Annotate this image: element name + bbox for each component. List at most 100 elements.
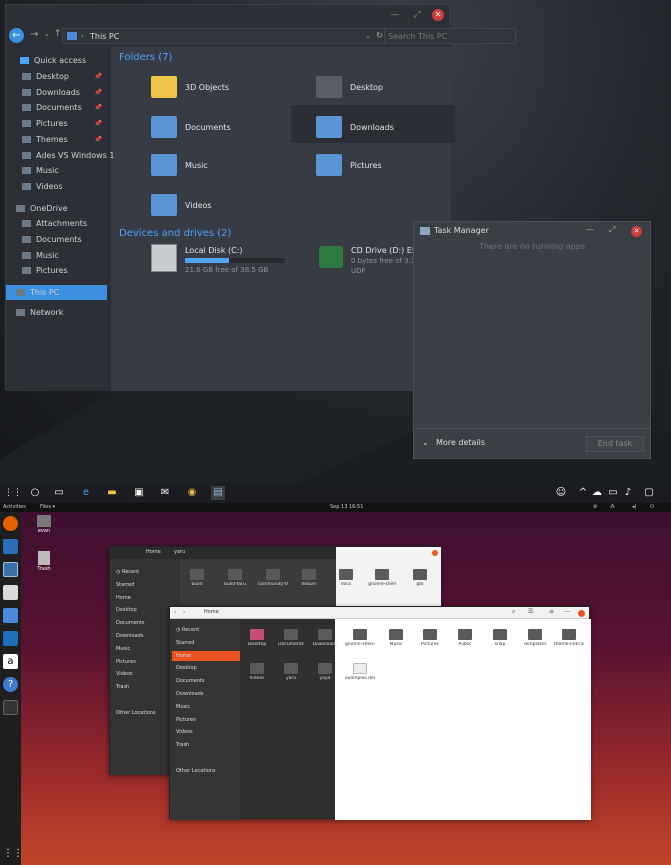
sidebar-item-pictures[interactable]: Pictures	[116, 659, 136, 665]
thunderbird-icon[interactable]	[3, 539, 18, 554]
file-label[interactable]: Public	[450, 642, 480, 647]
file-label[interactable]: snap	[485, 642, 515, 647]
file-label[interactable]: Templates	[520, 642, 550, 647]
folder-icon[interactable]	[250, 663, 264, 674]
drives-header[interactable]: Devices and drives (2)	[119, 228, 231, 239]
drive-label[interactable]: Local Disk (C:)	[185, 246, 243, 255]
terminal-icon[interactable]	[3, 700, 18, 715]
sidebar-item-desktop[interactable]: Desktop	[116, 607, 137, 613]
3d-objects-icon[interactable]	[151, 76, 177, 98]
view-toggle-icon[interactable]: ☰	[528, 608, 533, 615]
close-button[interactable]: ✕	[432, 9, 444, 21]
history-dropdown-icon[interactable]: ⌄	[44, 30, 50, 38]
sidebar-item-other-locations[interactable]: Other Locations	[176, 768, 216, 774]
sidebar-item-quick-access[interactable]: Quick access	[20, 54, 106, 68]
videos-folder-icon[interactable]	[151, 194, 177, 216]
file-label[interactable]: Downloads	[310, 642, 340, 647]
close-button[interactable]	[432, 550, 438, 556]
folder-icon[interactable]	[318, 663, 332, 674]
sidebar-item-videos[interactable]: Videos	[116, 671, 133, 677]
back-button[interactable]: ‹	[174, 609, 176, 616]
maximize-button[interactable]: ⤢	[609, 225, 615, 235]
folder-label[interactable]: Videos	[185, 201, 212, 210]
folder-icon[interactable]	[228, 569, 242, 580]
people-icon[interactable]: ☺	[554, 486, 568, 500]
help-icon[interactable]: ?	[3, 677, 18, 692]
file-label[interactable]: gnome-shell	[367, 582, 397, 587]
sidebar-item-documents[interactable]: Documents	[116, 620, 145, 626]
sidebar-item-home[interactable]: Home	[116, 595, 131, 601]
folder-icon[interactable]	[528, 629, 542, 640]
sidebar-item-desktop[interactable]: Desktop 📌	[22, 70, 106, 84]
power-icon[interactable]: ⏻	[650, 503, 654, 512]
network-icon[interactable]: ⁂	[610, 503, 615, 512]
files-icon[interactable]	[3, 562, 18, 577]
file-explorer-icon[interactable]: ▬	[105, 486, 119, 500]
folder-icon[interactable]	[375, 569, 389, 580]
folder-icon[interactable]	[493, 629, 507, 640]
volume-icon[interactable]: ♪	[621, 486, 635, 500]
file-label[interactable]: theme-indicator	[554, 642, 584, 647]
forward-button[interactable]: →	[30, 29, 38, 40]
volume-icon[interactable]: ◂)	[632, 503, 636, 512]
sidebar-item-downloads[interactable]: Downloads	[116, 633, 143, 639]
sidebar-item-music[interactable]: Music	[22, 249, 106, 263]
search-icon[interactable]: ⌕	[512, 608, 515, 616]
desktop-folder-icon[interactable]	[316, 76, 342, 98]
store-icon[interactable]: ▣	[132, 486, 146, 500]
up-button[interactable]: ↑	[54, 29, 62, 39]
file-label[interactable]: Music	[381, 642, 411, 647]
folder-icon[interactable]	[458, 629, 472, 640]
file-label[interactable]: Documents	[276, 642, 306, 647]
music-folder-icon[interactable]	[151, 154, 177, 176]
sidebar-item-documents[interactable]: Documents	[176, 678, 205, 684]
settings-icon[interactable]: ⚙	[593, 503, 597, 512]
sidebar-item-this-pc[interactable]: This PC	[16, 286, 106, 300]
menu-icon[interactable]: ≡	[549, 608, 554, 615]
breadcrumb[interactable]: Home	[146, 549, 161, 555]
libreoffice-icon[interactable]	[3, 585, 18, 600]
firefox-icon[interactable]	[3, 516, 18, 531]
folder-icon[interactable]	[562, 629, 576, 640]
folder-icon[interactable]	[250, 629, 264, 640]
file-label[interactable]: debian	[294, 582, 324, 587]
forward-button[interactable]: ›	[183, 609, 185, 616]
file-label[interactable]: yaru	[276, 676, 306, 681]
search-icon[interactable]: ○	[28, 486, 42, 500]
back-button[interactable]: ←	[9, 28, 24, 43]
folder-icon[interactable]	[302, 569, 316, 580]
sidebar-item-music[interactable]: Music	[176, 704, 190, 710]
taskview-icon[interactable]: ▭	[52, 486, 66, 500]
folder-label[interactable]: Pictures	[350, 161, 382, 170]
sidebar-item-starred[interactable]: Starred	[176, 640, 194, 646]
sidebar-item-attachments[interactable]: Attachments	[22, 217, 106, 231]
show-apps-icon[interactable]: ⋮⋮	[3, 848, 23, 863]
activities-button[interactable]: Activities	[3, 503, 26, 512]
folder-icon[interactable]	[339, 569, 353, 580]
chrome-icon[interactable]: ◉	[185, 486, 199, 500]
amazon-icon[interactable]: a	[3, 654, 18, 669]
sidebar-item-home[interactable]: Home	[176, 653, 191, 659]
downloads-folder-icon[interactable]	[316, 116, 342, 138]
app-menu[interactable]: Files ▾	[40, 503, 55, 512]
sidebar-item-documents[interactable]: Documents 📌	[22, 101, 106, 115]
folder-label[interactable]: Downloads	[350, 123, 394, 132]
sidebar-item-desktop[interactable]: Desktop	[176, 665, 197, 671]
refresh-icon[interactable]: ↻	[376, 31, 383, 40]
sidebar-item-documents[interactable]: Documents	[22, 233, 106, 247]
file-label[interactable]: docs	[331, 582, 361, 587]
file-label[interactable]: community-theme-conduct	[258, 582, 288, 587]
folder-icon[interactable]	[318, 629, 332, 640]
cd-drive-icon[interactable]	[319, 246, 343, 268]
file-label[interactable]: Pictures	[415, 642, 445, 647]
sidebar-item-ades-vs-windows-1[interactable]: Ades VS Windows 1	[22, 149, 114, 163]
pictures-folder-icon[interactable]	[316, 154, 342, 176]
file-label[interactable]: build-Yaru	[220, 582, 250, 587]
sidebar-item-onedrive[interactable]: OneDrive	[16, 202, 106, 216]
search-box[interactable]	[384, 28, 516, 44]
end-task-button[interactable]: End task	[586, 436, 644, 452]
breadcrumb[interactable]: Home	[204, 609, 219, 615]
sidebar-item-recent[interactable]: ◷ Recent	[176, 627, 199, 633]
sidebar-item-starred[interactable]: Starred	[116, 582, 134, 588]
more-details-toggle[interactable]: ⌄ More details	[422, 438, 494, 450]
